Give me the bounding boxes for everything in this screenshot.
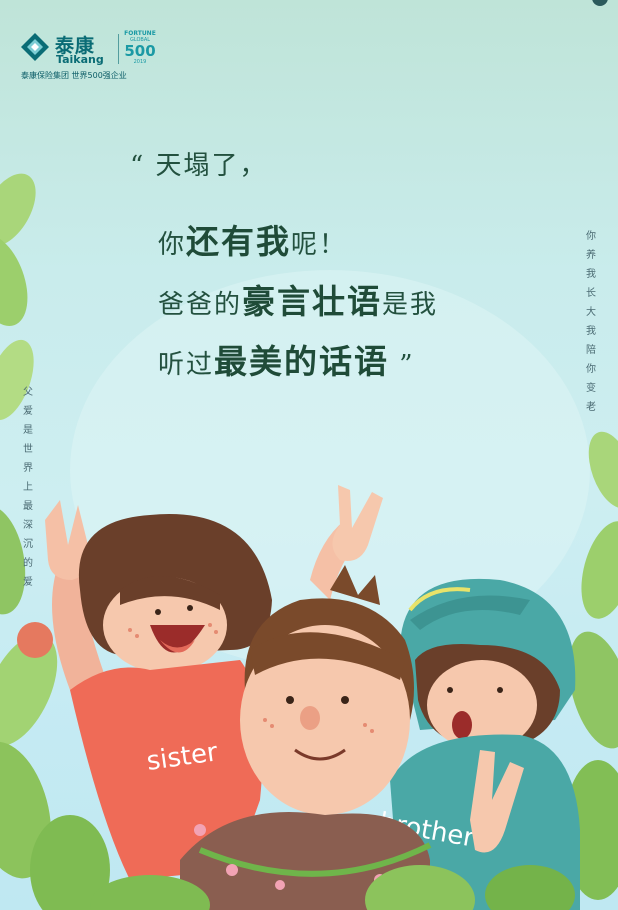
side-left-char: 最 — [23, 501, 33, 512]
quote-line-1-text: “ 天塌了， — [130, 151, 268, 181]
illustration: sister brother — [0, 0, 618, 910]
fortune-num: 500 — [124, 42, 156, 60]
taikang-logo: 泰康 Taikang FORTUNE GLOBAL 500 2019 泰康保险集… — [18, 30, 156, 84]
quote-line-4-bold: 最美的话语 — [214, 342, 390, 381]
fortune-year: 2019 — [133, 59, 147, 65]
side-left-char: 的 — [23, 558, 33, 569]
quote-line-3-post: 是我 — [382, 290, 439, 320]
side-left-char: 爱 — [23, 577, 33, 588]
quote-line-2: 你还有我呢！ — [158, 215, 347, 263]
quote-line-2-post: 呢！ — [291, 230, 348, 260]
side-left-char: 世 — [23, 444, 33, 455]
side-right-char: 大 — [586, 307, 596, 318]
quote-line-2-bold: 还有我 — [186, 222, 292, 261]
quote-line-4: 听过最美的话语 ” — [158, 335, 415, 383]
poster: sister brother 泰康 Taikang FORTUNE GLOBAL… — [0, 0, 618, 910]
side-left-char: 是 — [23, 425, 33, 436]
quote-line-3-bold: 豪言壮语 — [242, 282, 383, 321]
logo-tagline: 泰康保险集团 世界500强企业 — [21, 71, 127, 80]
side-left-char: 爱 — [23, 406, 33, 417]
side-right-char: 老 — [586, 402, 596, 413]
quote-line-2-pre: 你 — [158, 230, 187, 260]
side-right-char: 我 — [586, 269, 596, 280]
side-right-char: 我 — [586, 326, 596, 337]
quote-line-1: “ 天塌了， — [130, 145, 268, 182]
side-right-char: 陪 — [586, 345, 596, 356]
logo-divider — [118, 34, 119, 64]
side-right-char: 养 — [586, 250, 596, 261]
taikang-diamond-icon — [21, 33, 49, 61]
side-right-char: 长 — [586, 288, 596, 299]
side-left-char: 上 — [23, 482, 33, 493]
side-left-char: 深 — [23, 520, 33, 531]
side-left-char: 父 — [23, 387, 33, 398]
side-right-char: 变 — [586, 383, 596, 394]
side-right-char: 你 — [586, 231, 596, 242]
side-right-char: 你 — [586, 364, 596, 375]
side-text-right: 你 养 我 长 大 我 陪 你 变 老 — [585, 232, 597, 422]
fortune-badge: FORTUNE GLOBAL 500 2019 — [122, 31, 158, 65]
side-left-char: 界 — [23, 463, 33, 474]
quote-line-3: 爸爸的豪言壮语是我 — [158, 275, 438, 323]
quote-line-4-post: ” — [389, 350, 415, 380]
quote-line-3-pre: 爸爸的 — [158, 290, 243, 320]
side-left-char: 沉 — [23, 539, 33, 550]
logo-en: Taikang — [56, 53, 104, 66]
side-text-left: 父 爱 是 世 界 上 最 深 沉 的 爱 — [22, 388, 34, 597]
quote-line-4-pre: 听过 — [158, 350, 215, 380]
